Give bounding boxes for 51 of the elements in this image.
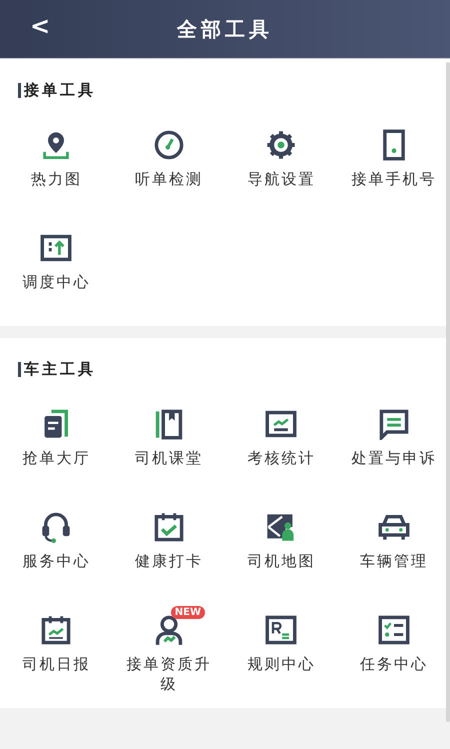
tool-item[interactable]: 司机课堂 (112, 399, 225, 488)
tool-item[interactable]: 健康打卡 (112, 502, 225, 591)
tool-item[interactable]: 服务中心 (0, 502, 112, 591)
message-icon (378, 408, 410, 440)
panel-icon (40, 232, 72, 264)
tool-label: 司机课堂 (134, 448, 204, 468)
tool-item[interactable]: 接单手机号 (338, 120, 450, 209)
tool-item[interactable]: 导航设置 (225, 120, 338, 209)
gear-icon (265, 129, 298, 161)
tool-item[interactable]: 抢单大厅 (0, 399, 112, 488)
tool-item[interactable]: 考核统计 (225, 399, 338, 488)
tool-label: 司机日报 (21, 654, 92, 674)
tool-item[interactable]: 车辆管理 (338, 502, 450, 591)
tool-label: 服务中心 (21, 551, 92, 571)
section-title: 车主工具 (24, 360, 96, 379)
tool-label: 热力图 (30, 169, 83, 189)
tool-label: 健康打卡 (134, 551, 204, 571)
rules-icon (265, 614, 298, 646)
title-marker (18, 83, 21, 98)
tool-label: 司机地图 (246, 551, 316, 571)
title-marker (18, 362, 21, 377)
calendar-chart-icon (40, 614, 72, 646)
tool-item[interactable]: 任务中心 (338, 605, 450, 694)
tool-label: 考核统计 (246, 448, 316, 468)
tool-item[interactable]: 调度中心 (0, 223, 112, 312)
tool-item[interactable]: 司机日报 (0, 605, 112, 694)
chart-board-icon (265, 408, 298, 440)
new-badge: NEW (170, 606, 205, 619)
tool-label: 听单检测 (134, 169, 204, 189)
tool-label: 导航设置 (246, 169, 316, 189)
tool-item[interactable]: 热力图 (0, 120, 112, 209)
tool-label: 抢单大厅 (21, 448, 92, 468)
tool-label: 车辆管理 (358, 551, 429, 571)
section-title: 接单工具 (24, 81, 96, 100)
gauge-icon (152, 129, 185, 161)
tool-item[interactable]: 听单检测 (112, 120, 225, 209)
checklist-icon (378, 614, 410, 646)
tool-label: 调度中心 (21, 272, 92, 292)
tool-label: 处置与申诉 (350, 448, 438, 468)
back-button[interactable]: < (30, 12, 50, 40)
calendar-check-icon (152, 511, 185, 543)
tool-label: 任务中心 (358, 654, 429, 674)
page-title: 全部工具 (177, 16, 273, 42)
tool-label: 规则中心 (246, 654, 316, 674)
tool-item[interactable]: NEW 接单资质升级 (112, 605, 225, 694)
tool-item[interactable]: 司机地图 (225, 502, 338, 591)
tool-label: 接单手机号 (350, 169, 438, 189)
tool-item[interactable]: 规则中心 (225, 605, 338, 694)
tool-item[interactable]: 处置与申诉 (338, 399, 450, 488)
headset-icon (40, 511, 72, 543)
tool-label: 接单资质升级 (125, 654, 212, 694)
